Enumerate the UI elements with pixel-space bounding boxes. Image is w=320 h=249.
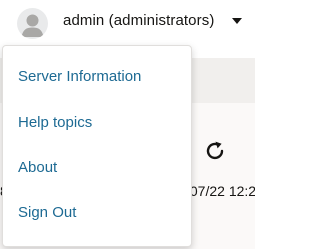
user-menu-bar[interactable]: admin (administrators)	[0, 0, 255, 44]
user-dropdown-menu: Server Information Help topics About Sig…	[2, 45, 192, 247]
refresh-icon[interactable]	[203, 139, 227, 163]
avatar-icon[interactable]	[17, 8, 48, 39]
user-name[interactable]: admin (administrators)	[63, 12, 214, 29]
menu-item-about[interactable]: About	[18, 159, 57, 176]
menu-item-help-topics[interactable]: Help topics	[18, 114, 92, 131]
background-date-fragment: /07/22 12:2	[186, 183, 255, 199]
chevron-down-icon[interactable]	[232, 18, 242, 24]
menu-item-server-information[interactable]: Server Information	[18, 68, 141, 85]
page: 8 /07/22 12:2 admin (administrators) Ser…	[0, 0, 255, 249]
menu-item-sign-out[interactable]: Sign Out	[18, 204, 76, 221]
